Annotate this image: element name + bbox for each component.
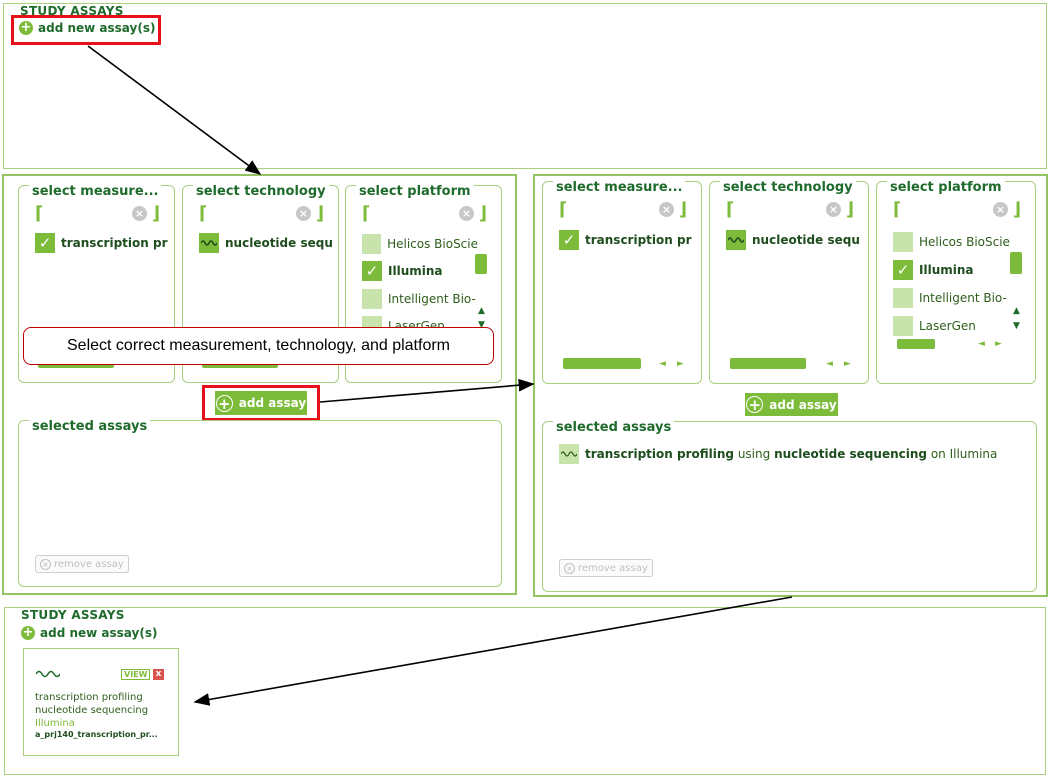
arrow-to-card bbox=[193, 596, 793, 706]
flow-arrows bbox=[87, 45, 793, 706]
arrow-to-wizard bbox=[87, 45, 262, 175]
arrow-to-right-wizard bbox=[319, 378, 535, 403]
